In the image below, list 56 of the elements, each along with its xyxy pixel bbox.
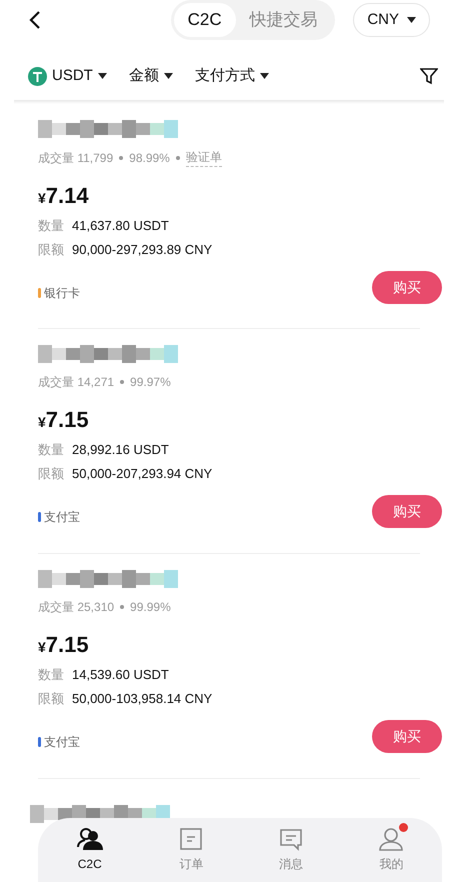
tether-icon xyxy=(28,66,47,86)
caret-icon xyxy=(98,73,107,79)
stat-text: 99.99% xyxy=(130,599,171,616)
user-icon xyxy=(378,827,404,851)
payment-method: 支付宝 xyxy=(44,508,80,526)
nav-tab[interactable]: 我的 xyxy=(378,827,404,873)
price: 7.15 xyxy=(46,406,89,434)
filter-dropdown[interactable]: USDT xyxy=(28,64,107,88)
buy-button[interactable]: 购买 xyxy=(372,271,442,304)
nav-tab[interactable]: 订单 xyxy=(179,827,204,873)
limit-label: 限额 xyxy=(38,464,64,482)
nav-tab[interactable]: 消息 xyxy=(278,827,303,873)
filter-icon[interactable] xyxy=(420,67,438,85)
limit-label: 限额 xyxy=(38,690,64,708)
quantity-value: 14,539.60 USDT xyxy=(72,666,169,684)
nav-tab[interactable]: C2C xyxy=(76,827,104,873)
limit-label: 限额 xyxy=(38,240,64,258)
back-icon[interactable] xyxy=(28,10,42,30)
dot-separator-icon xyxy=(120,380,124,384)
price: 7.14 xyxy=(46,182,89,210)
quantity-value: 28,992.16 USDT xyxy=(72,441,169,459)
buy-button[interactable]: 购买 xyxy=(372,720,442,753)
limit-value: 50,000-207,293.94 CNY xyxy=(72,464,212,482)
filter-dropdown[interactable]: 金额 xyxy=(128,64,173,88)
quantity-label: 数量 xyxy=(38,666,64,684)
stat-text: 成交量 14,271 xyxy=(38,374,114,391)
payment-method: 银行卡 xyxy=(44,284,80,302)
quantity-value: 41,637.80 USDT xyxy=(72,217,169,235)
currency-symbol: ¥ xyxy=(38,413,46,432)
message-icon xyxy=(278,827,303,851)
verified-link[interactable]: 验证单 xyxy=(186,148,222,167)
stat-text: 98.99% xyxy=(129,150,170,166)
caret-icon xyxy=(407,17,416,23)
quantity-label: 数量 xyxy=(38,217,64,235)
price: 7.15 xyxy=(46,631,89,659)
stat-text: 成交量 25,310 xyxy=(38,599,114,616)
payment-method: 支付宝 xyxy=(44,734,80,750)
limit-value: 50,000-103,958.14 CNY xyxy=(72,690,212,708)
currency-symbol: ¥ xyxy=(38,189,46,208)
dot-separator-icon xyxy=(119,156,124,160)
stat-text: 99.97% xyxy=(130,374,171,391)
stat-text: 成交量 11,799 xyxy=(38,150,114,166)
filter-dropdown[interactable]: 支付方式 xyxy=(194,64,269,88)
currency-selector[interactable]: CNY xyxy=(353,2,430,38)
caret-icon xyxy=(260,73,269,79)
dot-separator-icon xyxy=(176,156,180,160)
currency-symbol: ¥ xyxy=(38,638,46,657)
people-icon xyxy=(76,827,104,851)
tab[interactable]: C2C xyxy=(174,3,236,37)
dot-separator-icon xyxy=(120,605,124,609)
caret-icon xyxy=(164,73,173,79)
limit-value: 90,000-297,293.89 CNY xyxy=(72,240,212,258)
document-icon xyxy=(179,827,204,851)
quantity-label: 数量 xyxy=(38,441,64,459)
buy-button[interactable]: 购买 xyxy=(372,495,442,528)
tab[interactable]: 快捷交易 xyxy=(236,3,332,37)
